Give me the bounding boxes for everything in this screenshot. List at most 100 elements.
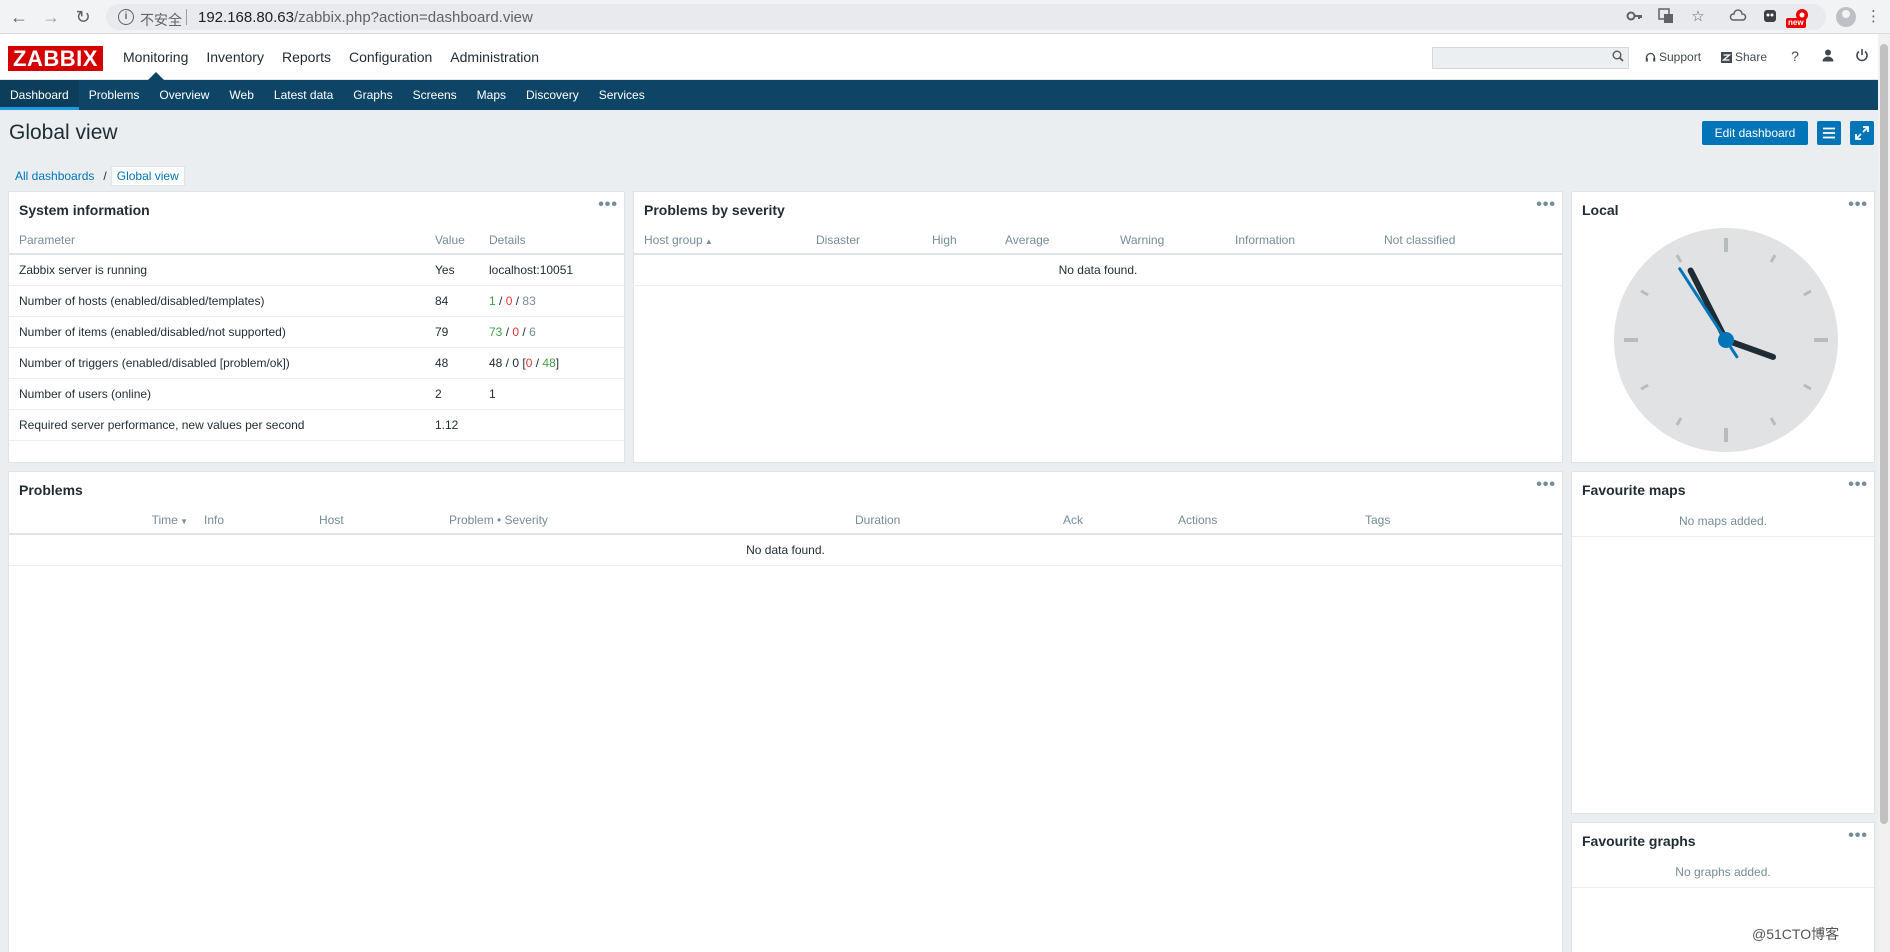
triggers-suffix: ] (555, 355, 560, 370)
subnav-overview[interactable]: Overview (149, 80, 219, 110)
zabbix-logo[interactable]: ZABBIX (8, 46, 103, 71)
column-header: Parameter (9, 226, 425, 255)
widget-title: Favourite graphs (1582, 833, 1696, 849)
url-divider (186, 9, 187, 25)
column-header: Details (479, 226, 624, 255)
widget-title: Problems (19, 482, 83, 498)
value-cell: 48 (425, 347, 479, 379)
scrollbar-thumb[interactable] (1880, 44, 1888, 824)
breadcrumb-all-dashboards[interactable]: All dashboards (10, 167, 99, 185)
address-bar[interactable]: i 不安全 192.168.80.63/zabbix.php?action=da… (106, 4, 1826, 30)
column-header: High (922, 226, 995, 255)
menu-administration[interactable]: Administration (441, 34, 548, 80)
details-cell: 48 / 0 [0 / 48] (479, 347, 624, 379)
value-cell: Yes (425, 254, 479, 286)
column-header: Not classified (1374, 226, 1562, 255)
value-cell: 1.12 (425, 409, 479, 441)
url-host: 192.168.80.63 (198, 9, 294, 26)
widget-menu-icon[interactable]: ••• (1848, 476, 1868, 494)
help-icon[interactable]: ? (1787, 48, 1803, 64)
subnav-maps[interactable]: Maps (467, 80, 516, 110)
table-row: No data found. (9, 534, 1562, 566)
extension-cloud-icon[interactable] (1728, 7, 1748, 27)
breadcrumb: All dashboards / Global view (10, 166, 185, 186)
column-header-time[interactable]: Time (103, 506, 194, 535)
url-text[interactable]: 192.168.80.63/zabbix.php?action=dashboar… (198, 9, 533, 26)
share-link[interactable]: Share (1721, 50, 1767, 64)
column-header: Value (425, 226, 479, 255)
menu-reports[interactable]: Reports (273, 34, 340, 80)
subnav-latest-data[interactable]: Latest data (264, 80, 343, 110)
subnav-services[interactable]: Services (589, 80, 655, 110)
user-profile-icon[interactable] (1820, 48, 1836, 64)
column-header-host-group[interactable]: Host group (634, 226, 806, 255)
column-header: Tags (1355, 506, 1562, 535)
no-graphs-message: No graphs added. (1572, 857, 1874, 888)
more-vertical-icon[interactable]: ⋮ (1866, 7, 1881, 27)
info-icon[interactable]: i (118, 9, 134, 25)
search-input[interactable] (1432, 47, 1629, 69)
menu-monitoring[interactable]: Monitoring (114, 34, 197, 80)
widget-title: System information (19, 202, 150, 218)
menu-configuration[interactable]: Configuration (340, 34, 441, 80)
menu-inventory[interactable]: Inventory (197, 34, 273, 80)
search-icon[interactable] (1612, 50, 1624, 62)
subnav-dashboard[interactable]: Dashboard (0, 80, 79, 110)
back-icon[interactable]: ← (8, 6, 30, 28)
value-cell: 2 (425, 378, 479, 410)
main-menu: Monitoring Inventory Reports Configurati… (114, 34, 548, 80)
value-cell: 84 (425, 285, 479, 317)
widget-title: Local (1582, 202, 1619, 218)
analog-clock (1614, 228, 1838, 452)
subnav-discovery[interactable]: Discovery (516, 80, 589, 110)
column-header: Duration (845, 506, 1053, 535)
breadcrumb-separator: / (103, 169, 107, 183)
clock-center (1718, 332, 1734, 348)
extension-dark-icon[interactable] (1760, 7, 1780, 27)
parameter-cell: Zabbix server is running (9, 254, 425, 286)
key-icon[interactable] (1625, 7, 1645, 27)
breadcrumb-global-view[interactable]: Global view (110, 166, 185, 186)
parameter-cell: Number of users (online) (9, 378, 425, 410)
ok-count: 48 (542, 355, 556, 370)
watermark: @51CTO博客 (1752, 926, 1840, 942)
profile-avatar[interactable] (1836, 7, 1856, 27)
table-row: Zabbix server is running Yes localhost:1… (9, 254, 624, 286)
table-row: No data found. (634, 254, 1562, 286)
widget-menu-icon[interactable]: ••• (1536, 476, 1556, 494)
page-title: Global view (9, 121, 118, 144)
column-header: Host (309, 506, 439, 535)
bookmark-star-icon[interactable]: ☆ (1688, 7, 1708, 27)
forward-icon[interactable]: → (40, 6, 62, 28)
parameter-cell: Number of triggers (enabled/disabled [pr… (9, 347, 425, 379)
column-header: Info (194, 506, 309, 535)
widget-menu-icon[interactable]: ••• (1848, 196, 1868, 214)
translate-icon[interactable] (1656, 7, 1676, 27)
widget-menu-icon[interactable]: ••• (1536, 196, 1556, 214)
details-cell: 1 / 0 / 83 (479, 285, 624, 317)
column-header: Disaster (806, 226, 922, 255)
system-info-table: Parameter Value Details Zabbix server is… (9, 226, 624, 441)
column-header: Warning (1110, 226, 1225, 255)
parameter-cell: Number of hosts (enabled/disabled/templa… (9, 285, 425, 317)
subnav-screens[interactable]: Screens (403, 80, 467, 110)
reload-icon[interactable]: ↻ (72, 6, 94, 28)
subnav-graphs[interactable]: Graphs (343, 80, 402, 110)
widget-menu-icon[interactable]: ••• (598, 196, 618, 214)
details-cell: 73 / 0 / 6 (479, 316, 624, 348)
support-link[interactable]: Support (1645, 50, 1701, 64)
local-clock-widget: Local ••• (1571, 191, 1875, 463)
page-scrollbar[interactable] (1878, 34, 1890, 952)
edit-dashboard-button[interactable]: Edit dashboard (1702, 121, 1808, 145)
parameter-cell: Number of items (enabled/disabled/not su… (9, 316, 425, 348)
dashboard-actions-button[interactable] (1817, 121, 1841, 145)
fullscreen-button[interactable] (1850, 121, 1874, 145)
system-information-widget: System information ••• Parameter Value D… (8, 191, 625, 463)
subnav-web[interactable]: Web (219, 80, 263, 110)
subnav-problems[interactable]: Problems (79, 80, 150, 110)
logout-icon[interactable] (1854, 48, 1870, 64)
not-supported-count: 6 (529, 324, 536, 339)
widget-menu-icon[interactable]: ••• (1848, 827, 1868, 845)
column-header-spacer (9, 506, 103, 535)
menu-lines-icon (1823, 127, 1835, 139)
